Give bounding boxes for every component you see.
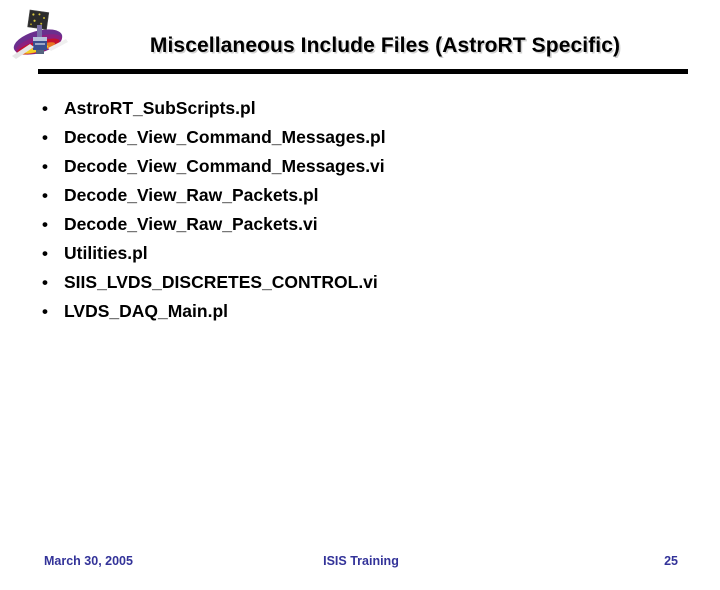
list-item: • SIIS_LVDS_DISCRETES_CONTROL.vi: [36, 268, 676, 297]
bullet-icon: •: [42, 128, 48, 147]
list-item: • Decode_View_Command_Messages.pl: [36, 123, 676, 152]
list-item-label: Decode_View_Raw_Packets.pl: [64, 185, 319, 205]
bullet-icon: •: [42, 244, 48, 263]
list-item-label: Decode_View_Raw_Packets.vi: [64, 214, 318, 234]
list-item-label: Decode_View_Command_Messages.pl: [64, 127, 386, 147]
title-divider: [38, 69, 688, 74]
bullet-icon: •: [42, 99, 48, 118]
footer-title: ISIS Training: [323, 554, 399, 568]
slide-footer: March 30, 2005 ISIS Training 25: [44, 549, 678, 573]
list-item: • Utilities.pl: [36, 239, 676, 268]
list-item-label: Decode_View_Command_Messages.vi: [64, 156, 385, 176]
bullet-icon: •: [42, 273, 48, 292]
page-title: Miscellaneous Include Files (AstroRT Spe…: [149, 34, 621, 57]
bullet-icon: •: [42, 302, 48, 321]
footer-date: March 30, 2005: [44, 554, 133, 568]
list-item: • LVDS_DAQ_Main.pl: [36, 297, 676, 326]
list-item-label: AstroRT_SubScripts.pl: [64, 98, 256, 118]
list-item-label: SIIS_LVDS_DISCRETES_CONTROL.vi: [64, 272, 378, 292]
slide-canvas: Miscellaneous Include Files (AstroRT Spe…: [0, 0, 720, 590]
list-item: • Decode_View_Raw_Packets.vi: [36, 210, 676, 239]
list-item: • Decode_View_Command_Messages.vi: [36, 152, 676, 181]
bullet-icon: •: [42, 157, 48, 176]
list-item: • Decode_View_Raw_Packets.pl: [36, 181, 676, 210]
bullet-icon: •: [42, 186, 48, 205]
footer-page-number: 25: [664, 554, 678, 568]
satellite-observatory-logo: [8, 4, 72, 62]
list-item-label: LVDS_DAQ_Main.pl: [64, 301, 229, 321]
include-files-list: • AstroRT_SubScripts.pl • Decode_View_Co…: [36, 94, 676, 326]
list-item: • AstroRT_SubScripts.pl: [36, 94, 676, 123]
bullet-icon: •: [42, 215, 48, 234]
logo-graphic: [12, 9, 68, 59]
list-item-label: Utilities.pl: [64, 243, 148, 263]
